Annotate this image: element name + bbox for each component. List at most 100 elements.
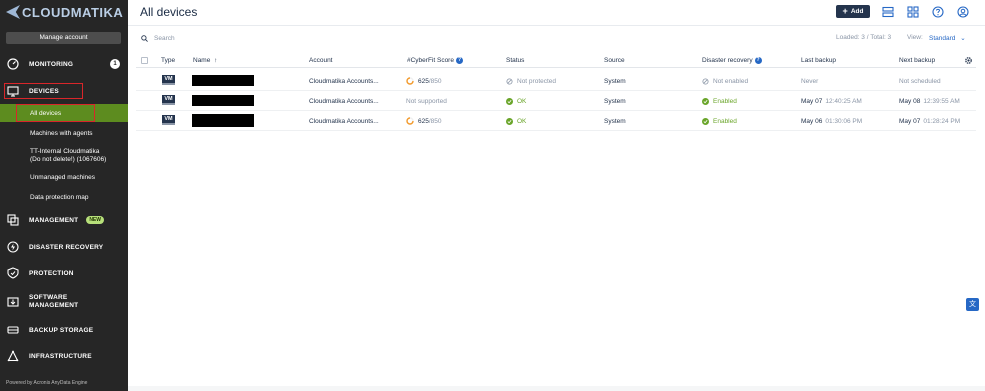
software-icon [7, 296, 19, 308]
ok-check-icon [702, 97, 709, 105]
search-placeholder: Search [154, 34, 175, 42]
sidebar-item-backup-storage[interactable]: BACKUP STORAGE [0, 323, 128, 337]
column-settings-gear-icon[interactable] [964, 56, 973, 65]
column-header-cyberfit[interactable]: #CyberFit Score? [407, 57, 463, 64]
column-header-disaster-recovery[interactable]: Disaster recovery? [702, 57, 762, 64]
help-icon[interactable]: ? [754, 57, 762, 64]
account-cell: Cloudmatika Accounts... [309, 77, 379, 85]
manage-account-button[interactable]: Manage account [6, 32, 121, 44]
search-icon [141, 34, 148, 42]
add-button[interactable]: + Add [836, 5, 870, 18]
vm-type-badge: VM [162, 75, 175, 85]
cyberfit-cell: 625/850 [406, 76, 442, 86]
column-header-last-backup[interactable]: Last backup [801, 57, 836, 64]
score-value: Not supported [406, 97, 447, 105]
account-cell: Cloudmatika Accounts... [309, 117, 379, 125]
next-backup-date: Not scheduled [899, 77, 941, 85]
lightning-icon [7, 241, 19, 253]
powered-by-text: Powered by Acronis AnyData Engine [6, 380, 88, 386]
column-header-account[interactable]: Account [309, 57, 333, 64]
status-cell: OK [506, 116, 526, 126]
next-backup-time: 12:39:55 AM [923, 97, 960, 105]
source-cell: System [604, 117, 626, 125]
add-button-label: Add [850, 8, 864, 15]
sidebar-item-software-management[interactable]: SOFTWARE MANAGEMENT [0, 294, 128, 310]
sidebar-item-label: DISASTER RECOVERY [29, 243, 104, 251]
dr-cell: Enabled [702, 96, 737, 106]
logo-mark-icon [6, 5, 20, 19]
management-icon [7, 214, 19, 226]
logo-text: CLOUDMATIKA [22, 4, 124, 20]
search-input[interactable]: Search [141, 33, 175, 43]
network-icon [7, 350, 19, 362]
sidebar-subitem-tt-internal[interactable]: TT-Internal Cloudmatika (Do not delete!)… [30, 148, 106, 164]
sidebar-item-protection[interactable]: PROTECTION [0, 266, 128, 280]
loaded-count: Loaded: 3 / Total: 3 [836, 34, 892, 41]
new-badge: NEW [86, 216, 104, 224]
dr-cell: Enabled [702, 116, 737, 126]
status-text: OK [517, 117, 527, 125]
sidebar-item-management[interactable]: MANAGEMENT NEW [0, 213, 128, 227]
logo[interactable]: CLOUDMATIKA [6, 4, 123, 20]
cyberfit-cell: Not supported [406, 96, 447, 106]
column-header-next-backup[interactable]: Next backup [899, 57, 935, 64]
last-backup-date: Never [801, 77, 819, 85]
gauge-icon [7, 58, 19, 70]
sidebar-item-label-line2: MANAGEMENT [29, 302, 79, 309]
sidebar-subitem-unmanaged-machines[interactable]: Unmanaged machines [30, 174, 95, 182]
column-header-name[interactable]: Name ↑ [193, 57, 217, 64]
column-header-source[interactable]: Source [604, 57, 625, 64]
status-cell: Not protected [506, 76, 556, 86]
translate-icon[interactable]: 文 [966, 298, 979, 311]
help-icon[interactable]: ? [455, 57, 463, 64]
source-cell: System [604, 77, 626, 85]
dr-text: Enabled [713, 97, 737, 105]
page-title: All devices [140, 5, 198, 19]
column-header-label: Disaster recovery [702, 57, 753, 65]
header-divider [128, 25, 985, 26]
sidebar-item-label: PROTECTION [29, 269, 74, 277]
column-header-label: Name [193, 57, 211, 64]
select-all-checkbox[interactable] [141, 57, 148, 64]
view-label: View: [907, 34, 923, 41]
next-backup-date: May 07 [899, 117, 921, 125]
sidebar-subitem-machines-with-agents[interactable]: Machines with agents [30, 130, 93, 138]
plus-icon: + [842, 6, 848, 16]
shield-icon [7, 267, 19, 279]
sidebar-subitem-all-devices[interactable]: All devices [30, 110, 61, 118]
grid-view-icon[interactable] [906, 5, 919, 18]
column-header-type[interactable]: Type [161, 57, 175, 64]
view-select[interactable]: Standard ⌄ [929, 34, 966, 42]
next-backup-time: 01:28:24 PM [923, 117, 961, 125]
sidebar-item-label: DEVICES [29, 87, 59, 95]
status-text: OK [517, 97, 527, 105]
status-cell: OK [506, 96, 526, 106]
sidebar-item-label: INFRASTRUCTURE [29, 352, 92, 360]
score-max: /850 [428, 117, 442, 125]
score-max: /850 [428, 77, 442, 85]
next-backup-cell: May 08 12:39:55 AM [899, 96, 960, 106]
table-header [136, 55, 976, 68]
sidebar-item-infrastructure[interactable]: INFRASTRUCTURE [0, 349, 128, 363]
last-backup-date: May 06 [801, 117, 823, 125]
sidebar-item-label: BACKUP STORAGE [29, 326, 94, 334]
sidebar-item-label: SOFTWARE MANAGEMENT [29, 294, 78, 310]
sidebar: CLOUDMATIKA Manage account MONITORING 1 … [0, 0, 128, 391]
sidebar-item-disaster-recovery[interactable]: DISASTER RECOVERY [0, 240, 128, 254]
list-view-icon[interactable] [881, 5, 894, 18]
status-text: Not protected [517, 77, 557, 85]
vm-type-badge: VM [162, 115, 175, 125]
last-backup-cell: May 07 12:40:25 AM [801, 96, 862, 106]
sidebar-subitem-data-protection-map[interactable]: Data protection map [30, 194, 89, 202]
sidebar-item-monitoring[interactable]: MONITORING 1 [0, 57, 128, 71]
column-header-status[interactable]: Status [506, 57, 524, 64]
help-icon[interactable] [931, 5, 944, 18]
monitor-icon [7, 85, 19, 97]
next-backup-cell: May 07 01:28:24 PM [899, 116, 960, 126]
sidebar-item-devices[interactable]: DEVICES [0, 84, 128, 98]
bottom-scrollbar[interactable] [128, 386, 985, 391]
not-enabled-icon [702, 77, 709, 85]
sort-asc-icon: ↑ [214, 57, 218, 64]
user-account-icon[interactable] [956, 5, 969, 18]
score-ring-icon [406, 77, 414, 85]
